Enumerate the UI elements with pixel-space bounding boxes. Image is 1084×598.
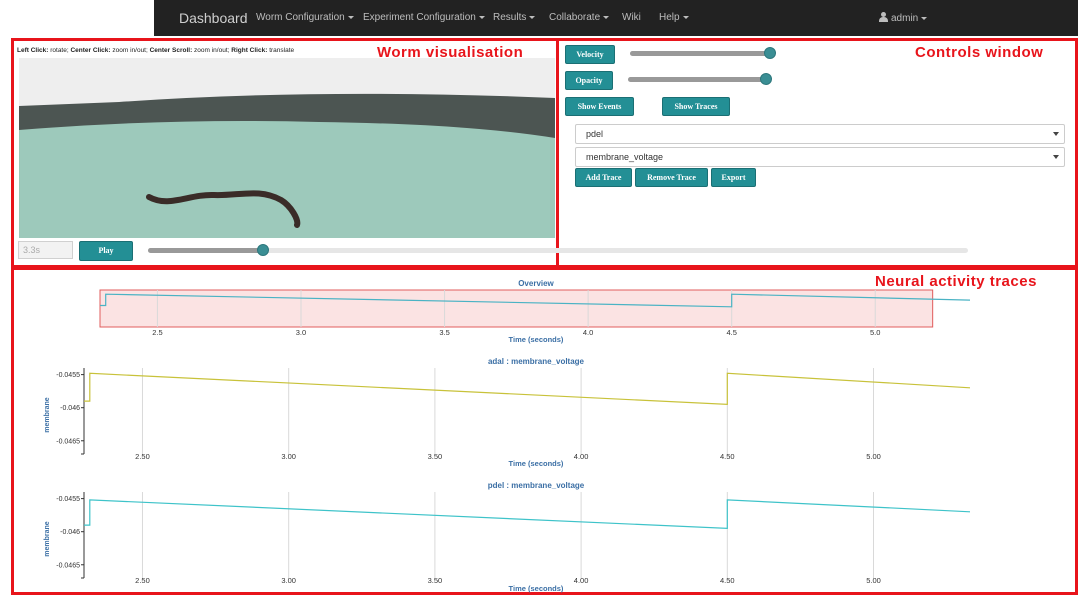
x-tick-label: 3.00 bbox=[281, 452, 296, 461]
x-tick-label: 3.50 bbox=[428, 576, 443, 585]
x-tick-label: 3.50 bbox=[428, 452, 443, 461]
x-tick-label: 2.5 bbox=[152, 328, 162, 337]
x-tick-label: 3.00 bbox=[281, 576, 296, 585]
x-tick-label: 4.0 bbox=[583, 328, 593, 337]
x-tick-label: 3.5 bbox=[439, 328, 449, 337]
neural-traces-charts: 2.5 3.0 3.5 4.0 4.5 5.0 Overview Time (seconds)… bbox=[44, 279, 971, 593]
x-tick-label: 2.50 bbox=[135, 576, 150, 585]
x-tick-label: 5.00 bbox=[866, 452, 881, 461]
trace-line bbox=[84, 499, 971, 530]
y-axis-label: membrane bbox=[44, 521, 51, 557]
y-tick-label: -0.0465 bbox=[56, 562, 80, 569]
x-axis-label: Time (seconds) bbox=[509, 584, 564, 593]
y-tick-label: -0.0465 bbox=[56, 438, 80, 445]
y-tick-label: -0.0455 bbox=[56, 496, 80, 503]
x-tick-label: 4.50 bbox=[720, 576, 735, 585]
x-tick-label: 2.50 bbox=[135, 452, 150, 461]
chart-title: adal : membrane_voltage bbox=[488, 357, 585, 366]
chart-title: pdel : membrane_voltage bbox=[488, 481, 585, 490]
y-tick-label: -0.0455 bbox=[56, 372, 80, 379]
chart-title: Overview bbox=[518, 279, 554, 288]
x-tick-label: 4.50 bbox=[720, 452, 735, 461]
y-axis-label: membrane bbox=[44, 397, 51, 433]
x-tick-label: 5.00 bbox=[866, 576, 881, 585]
x-axis-label: Time (seconds) bbox=[509, 335, 564, 344]
y-tick-label: -0.046 bbox=[60, 405, 80, 412]
x-tick-label: 5.0 bbox=[870, 328, 880, 337]
y-tick-label: -0.046 bbox=[60, 529, 80, 536]
x-tick-label: 4.00 bbox=[574, 452, 589, 461]
x-axis-label: Time (seconds) bbox=[509, 459, 564, 468]
x-tick-label: 4.00 bbox=[574, 576, 589, 585]
x-tick-label: 4.5 bbox=[726, 328, 736, 337]
x-tick-label: 3.0 bbox=[296, 328, 306, 337]
trace-line bbox=[84, 372, 971, 406]
